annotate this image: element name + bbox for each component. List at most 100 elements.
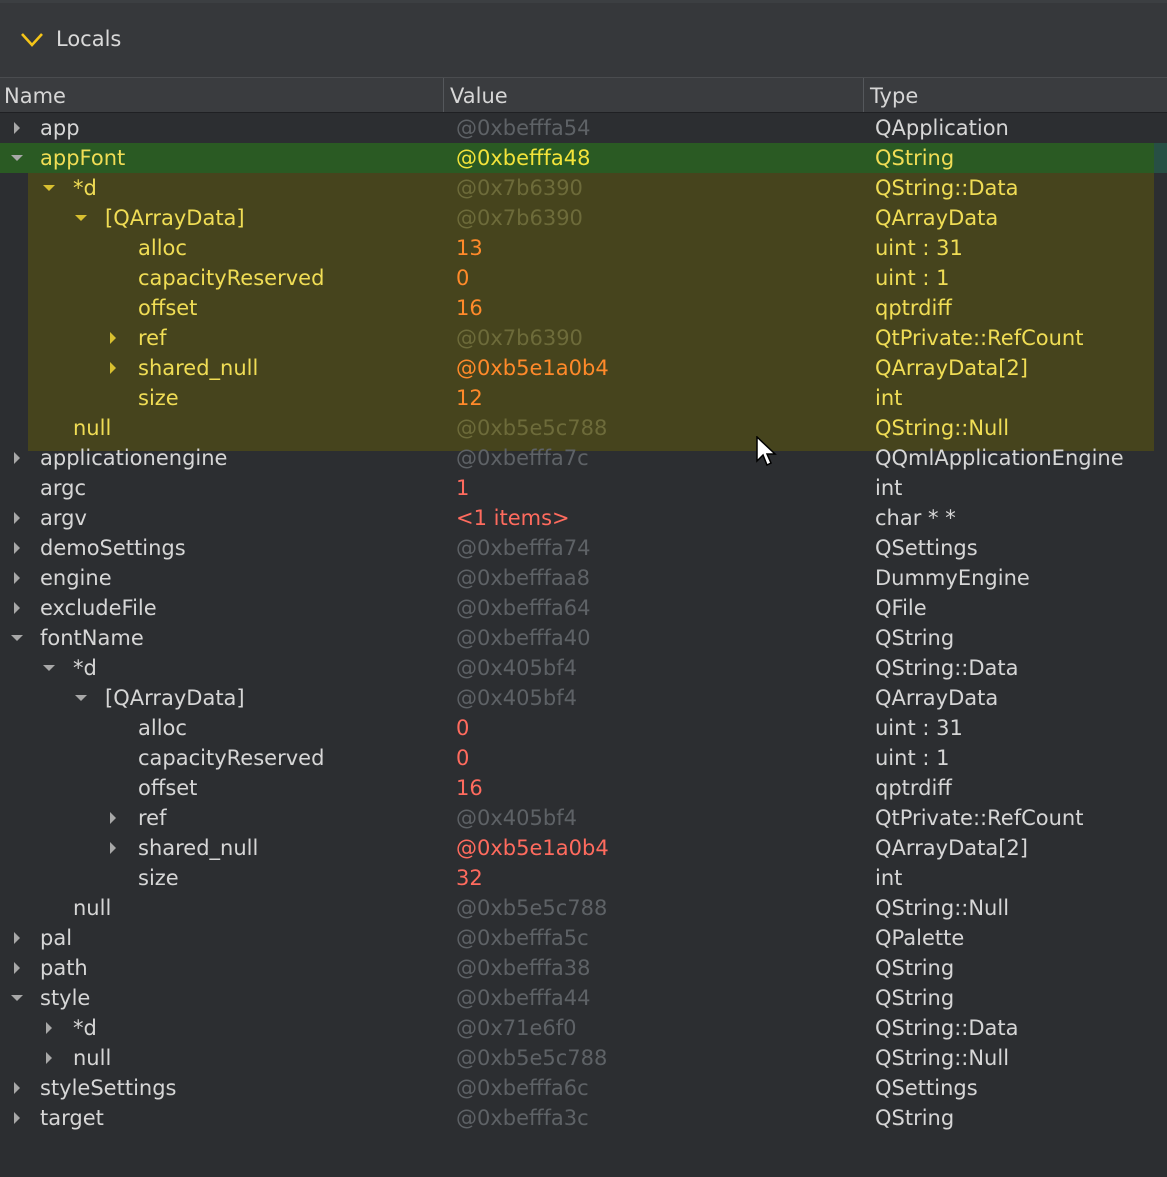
variable-name: null (73, 416, 112, 440)
tree-row[interactable]: null @0xb5e5c788 QString::Null (0, 1043, 1167, 1073)
tree-row[interactable]: offset 16 qptrdiff (0, 293, 1167, 323)
tree-row[interactable]: null @0xb5e5c788 QString::Null (0, 413, 1167, 443)
tree-row[interactable]: size 32 int (0, 863, 1167, 893)
tree-row[interactable]: [QArrayData] @0x7b6390 QArrayData (0, 203, 1167, 233)
expand-arrow-icon[interactable] (108, 353, 120, 383)
tree-row[interactable]: excludeFile @0xbefffa64 QFile (0, 593, 1167, 623)
variable-name: fontName (40, 626, 144, 650)
expand-arrow-icon[interactable] (44, 1043, 56, 1073)
tree-row[interactable]: offset 16 qptrdiff (0, 773, 1167, 803)
locals-tree[interactable]: app @0xbefffa54 QApplication appFont @0x… (0, 113, 1167, 1133)
variable-type: QtPrivate::RefCount (875, 326, 1084, 350)
variable-name: capacityReserved (138, 266, 325, 290)
variable-value: @0xbefffa3c (456, 1106, 589, 1130)
tree-row[interactable]: pal @0xbefffa5c QPalette (0, 923, 1167, 953)
tree-row[interactable]: *d @0x7b6390 QString::Data (0, 173, 1167, 203)
expand-arrow-icon[interactable] (12, 563, 24, 593)
variable-type: QString (875, 146, 955, 170)
expand-arrow-icon[interactable] (12, 1103, 24, 1133)
expand-arrow-icon[interactable] (108, 833, 120, 863)
tree-row[interactable]: app @0xbefffa54 QApplication (0, 113, 1167, 143)
variable-type: QFile (875, 596, 927, 620)
tree-row-selected[interactable]: appFont @0xbefffa48 QString (0, 143, 1167, 173)
variable-type: uint : 1 (875, 746, 950, 770)
variable-name: *d (73, 656, 97, 680)
column-name-header[interactable]: Name (4, 78, 66, 112)
expand-arrow-icon[interactable] (12, 923, 24, 953)
variable-name: style (40, 986, 91, 1010)
variable-type: QArrayData[2] (875, 836, 1028, 860)
collapse-arrow-icon[interactable] (74, 203, 87, 233)
tree-row[interactable]: applicationengine @0xbefffa7c QQmlApplic… (0, 443, 1167, 473)
expand-arrow-icon[interactable] (12, 113, 24, 143)
tree-row[interactable]: [QArrayData] @0x405bf4 QArrayData (0, 683, 1167, 713)
variable-type: int (875, 866, 903, 890)
collapse-arrow-icon[interactable] (42, 653, 55, 683)
variable-name: null (73, 896, 112, 920)
expand-arrow-icon[interactable] (12, 593, 24, 623)
variable-value: @0xb5e1a0b4 (456, 836, 609, 860)
variable-type: QSettings (875, 1076, 978, 1100)
variable-name: [QArrayData] (105, 686, 245, 710)
tree-row[interactable]: demoSettings @0xbefffa74 QSettings (0, 533, 1167, 563)
variable-value: 12 (456, 386, 483, 410)
variable-value: 16 (456, 296, 483, 320)
variable-value: @0xbefffa7c (456, 446, 589, 470)
column-value-header[interactable]: Value (450, 78, 508, 112)
expand-arrow-icon[interactable] (12, 1073, 24, 1103)
tree-row[interactable]: shared_null @0xb5e1a0b4 QArrayData[2] (0, 353, 1167, 383)
tree-row[interactable]: alloc 0 uint : 31 (0, 713, 1167, 743)
expand-arrow-icon[interactable] (108, 323, 120, 353)
tree-row[interactable]: ref @0x7b6390 QtPrivate::RefCount (0, 323, 1167, 353)
variable-value: @0xbefffa6c (456, 1076, 589, 1100)
tree-row[interactable]: fontName @0xbefffa40 QString (0, 623, 1167, 653)
tree-row[interactable]: style @0xbefffa44 QString (0, 983, 1167, 1013)
column-separator[interactable] (443, 78, 444, 112)
variable-value: 16 (456, 776, 483, 800)
collapse-arrow-icon[interactable] (42, 173, 55, 203)
column-separator[interactable] (863, 78, 864, 112)
tree-row[interactable]: *d @0x405bf4 QString::Data (0, 653, 1167, 683)
tree-row[interactable]: alloc 13 uint : 31 (0, 233, 1167, 263)
tree-row[interactable]: size 12 int (0, 383, 1167, 413)
variable-type: QQmlApplicationEngine (875, 446, 1124, 470)
collapse-arrow-icon[interactable] (74, 683, 87, 713)
collapse-arrow-icon[interactable] (10, 983, 23, 1013)
tree-row[interactable]: styleSettings @0xbefffa6c QSettings (0, 1073, 1167, 1103)
variable-value: <1 items> (456, 506, 570, 530)
variable-value: @0xbefffaa8 (456, 566, 590, 590)
tree-row[interactable]: engine @0xbefffaa8 DummyEngine (0, 563, 1167, 593)
tree-row[interactable]: argc 1 int (0, 473, 1167, 503)
variable-type: QString::Null (875, 1046, 1010, 1070)
collapse-arrow-icon[interactable] (10, 143, 23, 173)
tree-row[interactable]: argv <1 items> char * * (0, 503, 1167, 533)
collapse-arrow-icon[interactable] (10, 623, 23, 653)
expand-arrow-icon[interactable] (12, 443, 24, 473)
tree-row[interactable]: *d @0x71e6f0 QString::Data (0, 1013, 1167, 1043)
variable-value: 0 (456, 746, 470, 770)
expand-arrow-icon[interactable] (12, 533, 24, 563)
variable-type: QString (875, 626, 955, 650)
tree-row[interactable]: capacityReserved 0 uint : 1 (0, 743, 1167, 773)
variable-type: QtPrivate::RefCount (875, 806, 1084, 830)
expand-arrow-icon[interactable] (12, 953, 24, 983)
variable-value: 0 (456, 266, 470, 290)
tree-row[interactable]: shared_null @0xb5e1a0b4 QArrayData[2] (0, 833, 1167, 863)
expand-arrow-icon[interactable] (12, 503, 24, 533)
variable-value: 1 (456, 476, 470, 500)
variable-name: pal (40, 926, 73, 950)
locals-section-header[interactable]: Locals (0, 3, 1167, 77)
variable-name: offset (138, 296, 198, 320)
expand-arrow-icon[interactable] (108, 803, 120, 833)
locals-title: Locals (56, 27, 122, 51)
tree-row[interactable]: target @0xbefffa3c QString (0, 1103, 1167, 1133)
expand-arrow-icon[interactable] (44, 1013, 56, 1043)
tree-row[interactable]: path @0xbefffa38 QString (0, 953, 1167, 983)
chevron-down-icon[interactable] (20, 30, 44, 50)
tree-row[interactable]: ref @0x405bf4 QtPrivate::RefCount (0, 803, 1167, 833)
variable-name: path (40, 956, 88, 980)
variable-type: DummyEngine (875, 566, 1030, 590)
tree-row[interactable]: null @0xb5e5c788 QString::Null (0, 893, 1167, 923)
tree-row[interactable]: capacityReserved 0 uint : 1 (0, 263, 1167, 293)
column-type-header[interactable]: Type (870, 78, 918, 112)
